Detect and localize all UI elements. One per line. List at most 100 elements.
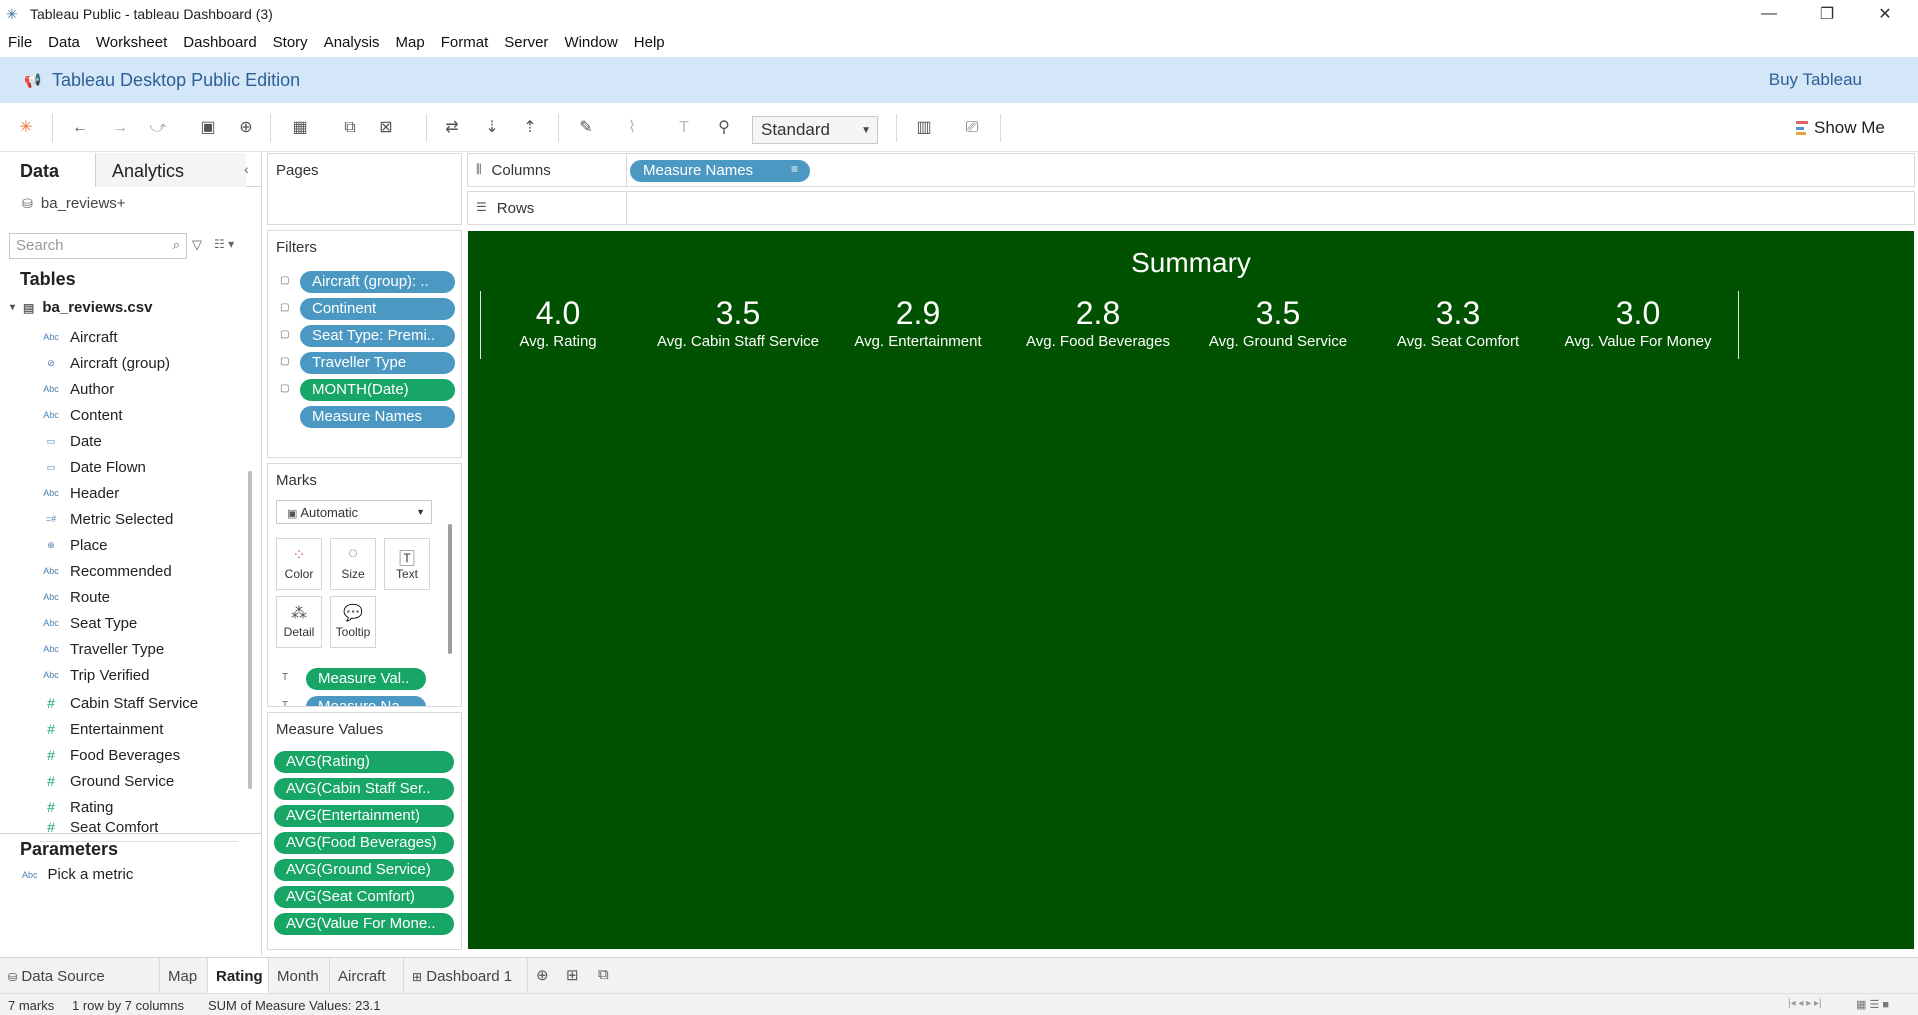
field-item[interactable]: Abc Author [40,377,114,401]
mark-type-select[interactable]: ▣ Automatic ▼ [276,500,432,524]
filter-pill-month-date[interactable]: MONTH(Date) [300,379,455,401]
buy-tableau-link[interactable]: Buy Tableau [1769,70,1862,90]
pin-icon[interactable]: ⚲ [714,118,734,138]
menu-analysis[interactable]: Analysis [316,34,388,51]
kpi-seat-comfort[interactable]: 3.3 Avg. Seat Comfort [1368,295,1548,350]
tab-month[interactable]: Month [269,958,330,994]
menu-dashboard[interactable]: Dashboard [175,34,264,51]
field-item[interactable]: =# Metric Selected [40,507,174,531]
field-item[interactable]: Abc Trip Verified [40,663,149,687]
field-item[interactable]: # Entertainment [40,717,163,741]
kpi-ground-service[interactable]: 3.5 Avg. Ground Service [1188,295,1368,350]
tooltip-button[interactable]: 💬 Tooltip [330,596,376,648]
new-worksheet-icon[interactable]: ⊕ [536,966,549,984]
field-item[interactable]: Abc Content [40,403,122,427]
tab-dashboard-1[interactable]: ⊞ Dashboard 1 [404,958,528,994]
save-icon[interactable]: ▣ [198,118,218,138]
field-item[interactable]: Abc Route [40,585,110,609]
measure-pill-rating[interactable]: AVG(Rating) [274,751,454,773]
measure-pill-cabin-staff[interactable]: AVG(Cabin Staff Ser.. [274,778,454,800]
field-item[interactable]: Abc Seat Type [40,611,137,635]
presentation-mode-icon[interactable]: ⎚ [962,118,982,138]
close-button[interactable]: ✕ [1856,0,1914,28]
field-item[interactable]: Abc Recommended [40,559,171,583]
filter-pill-continent[interactable]: Continent [300,298,455,320]
labels-icon[interactable]: T [674,118,694,138]
collapse-pane-icon[interactable]: ‹ [244,161,249,177]
kpi-rating[interactable]: 4.0 Avg. Rating [468,295,648,350]
field-item[interactable]: Abc Traveller Type [40,637,164,661]
marks-scrollbar[interactable] [448,524,452,654]
tab-aircraft[interactable]: Aircraft [330,958,404,994]
filter-icon[interactable]: ▽ [192,237,202,253]
tab-rating[interactable]: Rating [208,958,269,994]
menu-file[interactable]: File [0,34,40,51]
menu-server[interactable]: Server [496,34,556,51]
filter-pill-seat-type[interactable]: Seat Type: Premi.. [300,325,455,347]
highlight-icon[interactable]: ✎ [576,118,596,138]
undo-icon[interactable]: ← [70,118,90,138]
table-item[interactable]: ▾ ▤ ba_reviews.csv [10,299,152,316]
tab-data[interactable]: Data [0,153,96,187]
field-item[interactable]: # Food Beverages [40,743,180,767]
color-button[interactable]: ⁘ Color [276,538,322,590]
field-item[interactable]: Abc Header [40,481,119,505]
tab-data-source[interactable]: ⛁ Data Source [0,958,160,994]
measure-values-card[interactable]: Measure Values AVG(Rating) AVG(Cabin Sta… [267,712,462,950]
show-me-button[interactable]: Show Me [1796,118,1885,138]
tab-analytics[interactable]: Analytics [96,153,246,187]
size-button[interactable]: ◌ Size [330,538,376,590]
menu-map[interactable]: Map [388,34,433,51]
field-item[interactable]: ▭ Date [40,429,102,453]
field-list-scrollbar[interactable] [248,471,252,789]
columns-pill-measure-names[interactable]: Measure Names ≡ [630,160,810,182]
menu-data[interactable]: Data [40,34,88,51]
marks-pill-measure-values[interactable]: Measure Val.. [306,668,426,690]
duplicate-sheet-icon[interactable]: ⧉ [340,118,360,138]
menu-story[interactable]: Story [265,34,316,51]
menu-worksheet[interactable]: Worksheet [88,34,175,51]
fit-mode-select[interactable]: Standard ▼ [752,116,878,144]
measure-pill-value-for-money[interactable]: AVG(Value For Mone.. [274,913,454,935]
filter-pill-aircraft-group[interactable]: Aircraft (group): .. [300,271,455,293]
measure-pill-seat-comfort[interactable]: AVG(Seat Comfort) [274,886,454,908]
tableau-home-icon[interactable]: ✳ [16,118,36,138]
field-item[interactable]: # Cabin Staff Service [40,691,198,715]
kpi-cabin-staff-service[interactable]: 3.5 Avg. Cabin Staff Service [648,295,828,350]
search-input[interactable]: Search ⌕ [9,233,187,259]
field-item[interactable]: Abc Aircraft [40,325,117,349]
field-item[interactable]: # Seat Comfort [40,821,158,833]
datasource-row[interactable]: ⛁ ba_reviews+ [22,195,126,212]
show-cards-icon[interactable]: ▥ [914,118,934,138]
minimize-button[interactable]: — [1740,0,1798,28]
text-button[interactable]: 🅃 Text [384,538,430,590]
filter-pill-traveller-type[interactable]: Traveller Type [300,352,455,374]
detail-button[interactable]: ⁂ Detail [276,596,322,648]
swap-rows-columns-icon[interactable]: ⇄ [442,118,462,138]
parameter-item[interactable]: Abc Pick a metric [22,866,133,883]
new-story-icon[interactable]: ⧉ [598,966,609,983]
attach-icon[interactable]: ⌇ [622,118,642,138]
filter-pill-measure-names[interactable]: Measure Names [300,406,455,428]
pages-card[interactable]: Pages [267,153,462,225]
field-item[interactable]: # Ground Service [40,769,174,793]
sheet-nav-icons[interactable]: |◂ ◂ ▸ ▸| [1788,998,1822,1009]
field-item[interactable]: ⊘ Aircraft (group) [40,351,170,375]
clear-sheet-icon[interactable]: ⊠ [376,118,396,138]
kpi-food-beverages[interactable]: 2.8 Avg. Food Beverages [1008,295,1188,350]
tab-map[interactable]: Map [160,958,208,994]
field-item[interactable]: ⊕ Place [40,533,107,557]
sort-ascending-icon[interactable]: ⇣ [482,118,502,138]
new-dashboard-icon[interactable]: ⊞ [566,966,579,984]
field-item[interactable]: ▭ Date Flown [40,455,146,479]
new-datasource-icon[interactable]: ⊕ [236,118,256,138]
view-mode-icons[interactable]: ▦ ☰ ■ [1856,998,1889,1011]
kpi-entertainment[interactable]: 2.9 Avg. Entertainment [828,295,1008,350]
marks-card[interactable]: Marks ▣ Automatic ▼ ⁘ Color ◌ Size 🅃 Tex… [267,463,462,707]
viz-canvas[interactable]: Summary 4.0 Avg. Rating 3.5 Avg. Cabin S… [468,231,1914,949]
marks-pill-measure-names[interactable]: Measure Na.. [306,696,426,706]
kpi-value-for-money[interactable]: 3.0 Avg. Value For Money [1548,295,1728,350]
new-worksheet-icon[interactable]: ▦ [290,118,310,138]
columns-shelf[interactable]: ⫼ Columns Measure Names ≡ [467,153,1915,187]
menu-format[interactable]: Format [433,34,497,51]
